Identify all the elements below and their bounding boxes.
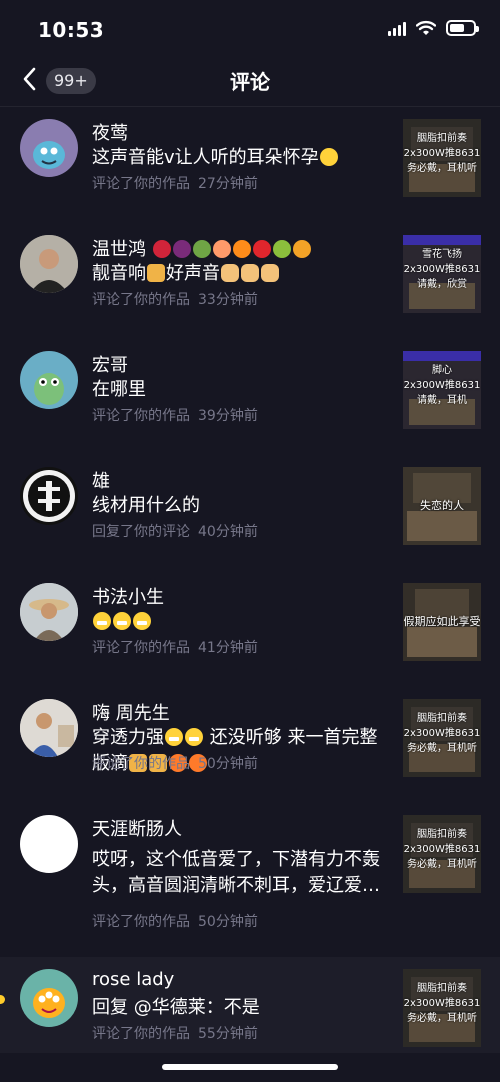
status-time: 10:53 (38, 18, 105, 42)
video-thumbnail[interactable]: 胭脂扣前奏 2x300W推8631 务必戴，耳机听 (403, 119, 481, 197)
comment-text: 靓音响 好声音 (92, 261, 388, 287)
comment-meta: 评论了你的作品 50分钟前 (92, 914, 258, 930)
clap-emoji-icon (221, 264, 239, 282)
comment-item[interactable]: rose lady 回复 @华德莱：不是 评论了你的作品 55分钟前 胭脂扣前奏 … (0, 957, 500, 1053)
commenter-name[interactable]: 嗨 周先生 (92, 699, 170, 725)
wifi-icon (416, 20, 436, 35)
avatar[interactable] (20, 583, 78, 641)
comment-meta: 评论了你的作品 27分钟前 (92, 176, 258, 192)
commenter-name[interactable]: rose lady (92, 969, 174, 990)
comment-item[interactable]: 宏哥 在哪里 评论了你的作品 39分钟前 脚心 2x300W推8631 请戴，耳机 (0, 339, 500, 455)
unread-dot (0, 995, 5, 1004)
grin-emoji-icon (113, 612, 131, 630)
commenter-name[interactable]: 宏哥 (92, 351, 128, 377)
comment-item[interactable]: 嗨 周先生 穿透力强 还没听够 来一首完整版滴 评论了你的作品 50分钟前 胭脂扣… (0, 687, 500, 803)
signal-icon (388, 20, 406, 36)
avocado-emoji-icon (192, 240, 211, 258)
cherry-emoji-icon (152, 240, 171, 258)
commenter-name[interactable]: 温世鸿 (92, 235, 312, 261)
status-bar: 10:53 (0, 0, 500, 60)
video-thumbnail[interactable]: 脚心 2x300W推8631 请戴，耳机 (403, 351, 481, 429)
peach-emoji-icon (212, 240, 231, 258)
video-thumbnail[interactable]: 胭脂扣前奏 2x300W推8631 务必戴，耳机听 (403, 699, 481, 777)
comment-text: 哎呀，这个低音爱了，下潜有力不轰头，高音圆润清晰不刺耳，爱辽爱… (92, 849, 380, 896)
battery-icon (446, 20, 479, 36)
comment-text: 这声音能v让人听的耳朵怀孕 (92, 145, 388, 171)
grin-emoji-icon (165, 728, 183, 746)
comment-meta: 评论了你的作品 50分钟前 (92, 756, 258, 772)
comment-text (92, 609, 388, 635)
comment-item[interactable]: 书法小生 评论了你的作品 41分钟前 假期应如此享受 (0, 571, 500, 687)
orange-emoji-icon (232, 240, 251, 258)
comment-text: 回复 @华德莱：不是 (92, 997, 260, 1018)
commenter-name[interactable]: 书法小生 (92, 583, 164, 609)
kiwi-emoji-icon (272, 240, 291, 258)
avatar[interactable] (20, 351, 78, 409)
commenter-name[interactable]: 夜莺 (92, 119, 128, 145)
avatar[interactable] (20, 969, 78, 1027)
comment-meta: 评论了你的作品 39分钟前 (92, 408, 258, 424)
laughing-emoji-icon (319, 148, 338, 166)
grin-emoji-icon (133, 612, 151, 630)
page-title: 评论 (230, 70, 270, 94)
comment-meta: 评论了你的作品 55分钟前 (92, 1026, 258, 1042)
avatar[interactable] (20, 119, 78, 177)
comment-text: 线材用什么的 (92, 495, 200, 516)
video-thumbnail[interactable]: 胭脂扣前奏 2x300W推8631 务必戴，耳机听 (403, 969, 481, 1047)
grape-emoji-icon (172, 240, 191, 258)
system-icons (388, 20, 479, 36)
nav-bar: 99+ 评论 (0, 56, 500, 107)
comment-meta: 回复了你的评论 40分钟前 (92, 524, 258, 540)
clap-emoji-icon (261, 264, 279, 282)
commenter-name[interactable]: 雄 (92, 467, 110, 493)
comment-meta: 评论了你的作品 41分钟前 (92, 640, 258, 656)
comment-meta: 评论了你的作品 33分钟前 (92, 292, 258, 308)
avatar[interactable] (20, 815, 78, 873)
thumbs-up-emoji-icon (147, 264, 165, 282)
apple-emoji-icon (252, 240, 271, 258)
comment-text: 在哪里 (92, 379, 146, 400)
commenter-name[interactable]: 天涯断肠人 (92, 815, 182, 841)
comment-item[interactable]: 夜莺 这声音能v让人听的耳朵怀孕 评论了你的作品 27分钟前 胭脂扣前奏 2x30… (0, 107, 500, 223)
video-thumbnail[interactable]: 雪花飞扬 2x300W推8631 请戴，欣赏 (403, 235, 481, 313)
comment-item[interactable]: 雄 线材用什么的 回复了你的评论 40分钟前 失恋的人 (0, 455, 500, 571)
comment-item[interactable]: 天涯断肠人 哎呀，这个低音爱了，下潜有力不轰头，高音圆润清晰不刺耳，爱辽爱… 评… (0, 803, 500, 957)
avatar[interactable] (20, 235, 78, 293)
comment-list: 夜莺 这声音能v让人听的耳朵怀孕 评论了你的作品 27分钟前 胭脂扣前奏 2x30… (0, 107, 500, 1053)
avatar[interactable] (20, 467, 78, 525)
video-thumbnail[interactable]: 失恋的人 (403, 467, 481, 545)
mango-emoji-icon (292, 240, 311, 258)
video-thumbnail[interactable]: 胭脂扣前奏 2x300W推8631 务必戴，耳机听 (403, 815, 481, 893)
grin-emoji-icon (93, 612, 111, 630)
clap-emoji-icon (241, 264, 259, 282)
video-thumbnail[interactable]: 假期应如此享受 (403, 583, 481, 661)
grin-emoji-icon (185, 728, 203, 746)
avatar[interactable] (20, 699, 78, 757)
comment-item[interactable]: 温世鸿 靓音响 好声音 评论了你的作品 33分钟前 雪花飞扬 2x300W推8631… (0, 223, 500, 339)
home-indicator (162, 1064, 338, 1070)
